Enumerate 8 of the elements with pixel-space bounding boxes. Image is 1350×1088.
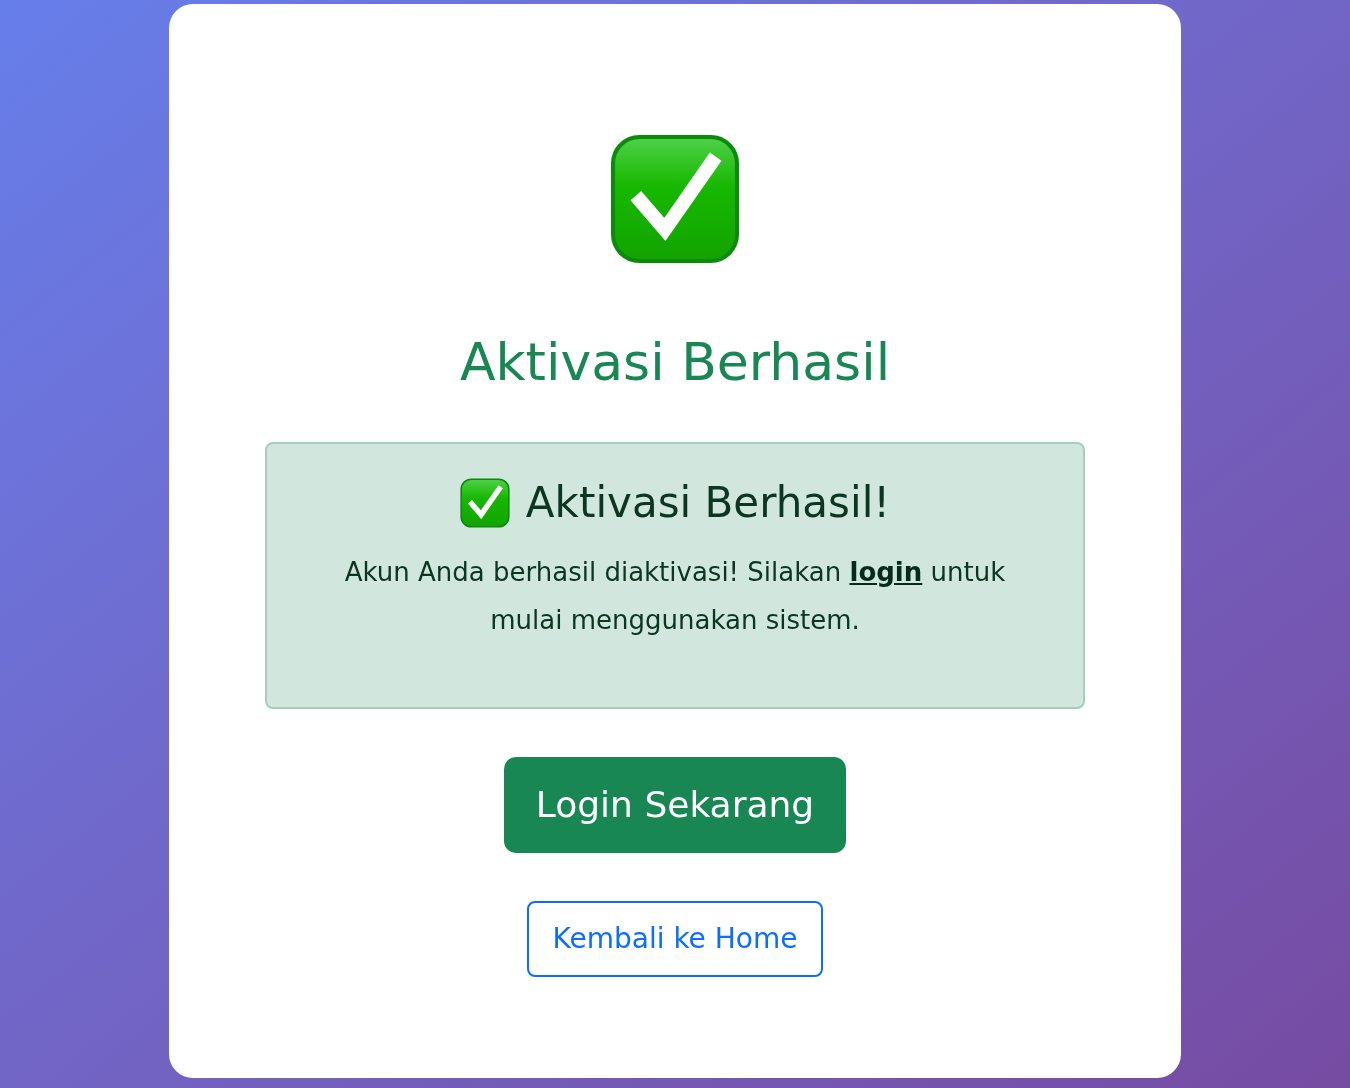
check-mark-icon <box>610 134 740 264</box>
check-mark-icon <box>459 478 510 528</box>
page-title: Aktivasi Berhasil <box>459 336 891 388</box>
alert-message: Akun Anda berhasil diaktivasi! Silakan login untuk mulai menggunakan sistem. <box>343 556 1007 637</box>
login-link[interactable]: login <box>849 557 923 587</box>
alert-heading: Aktivasi Berhasil! <box>525 482 891 524</box>
home-button[interactable]: Kembali ke Home <box>526 901 824 977</box>
login-button[interactable]: Login Sekarang <box>503 757 847 853</box>
